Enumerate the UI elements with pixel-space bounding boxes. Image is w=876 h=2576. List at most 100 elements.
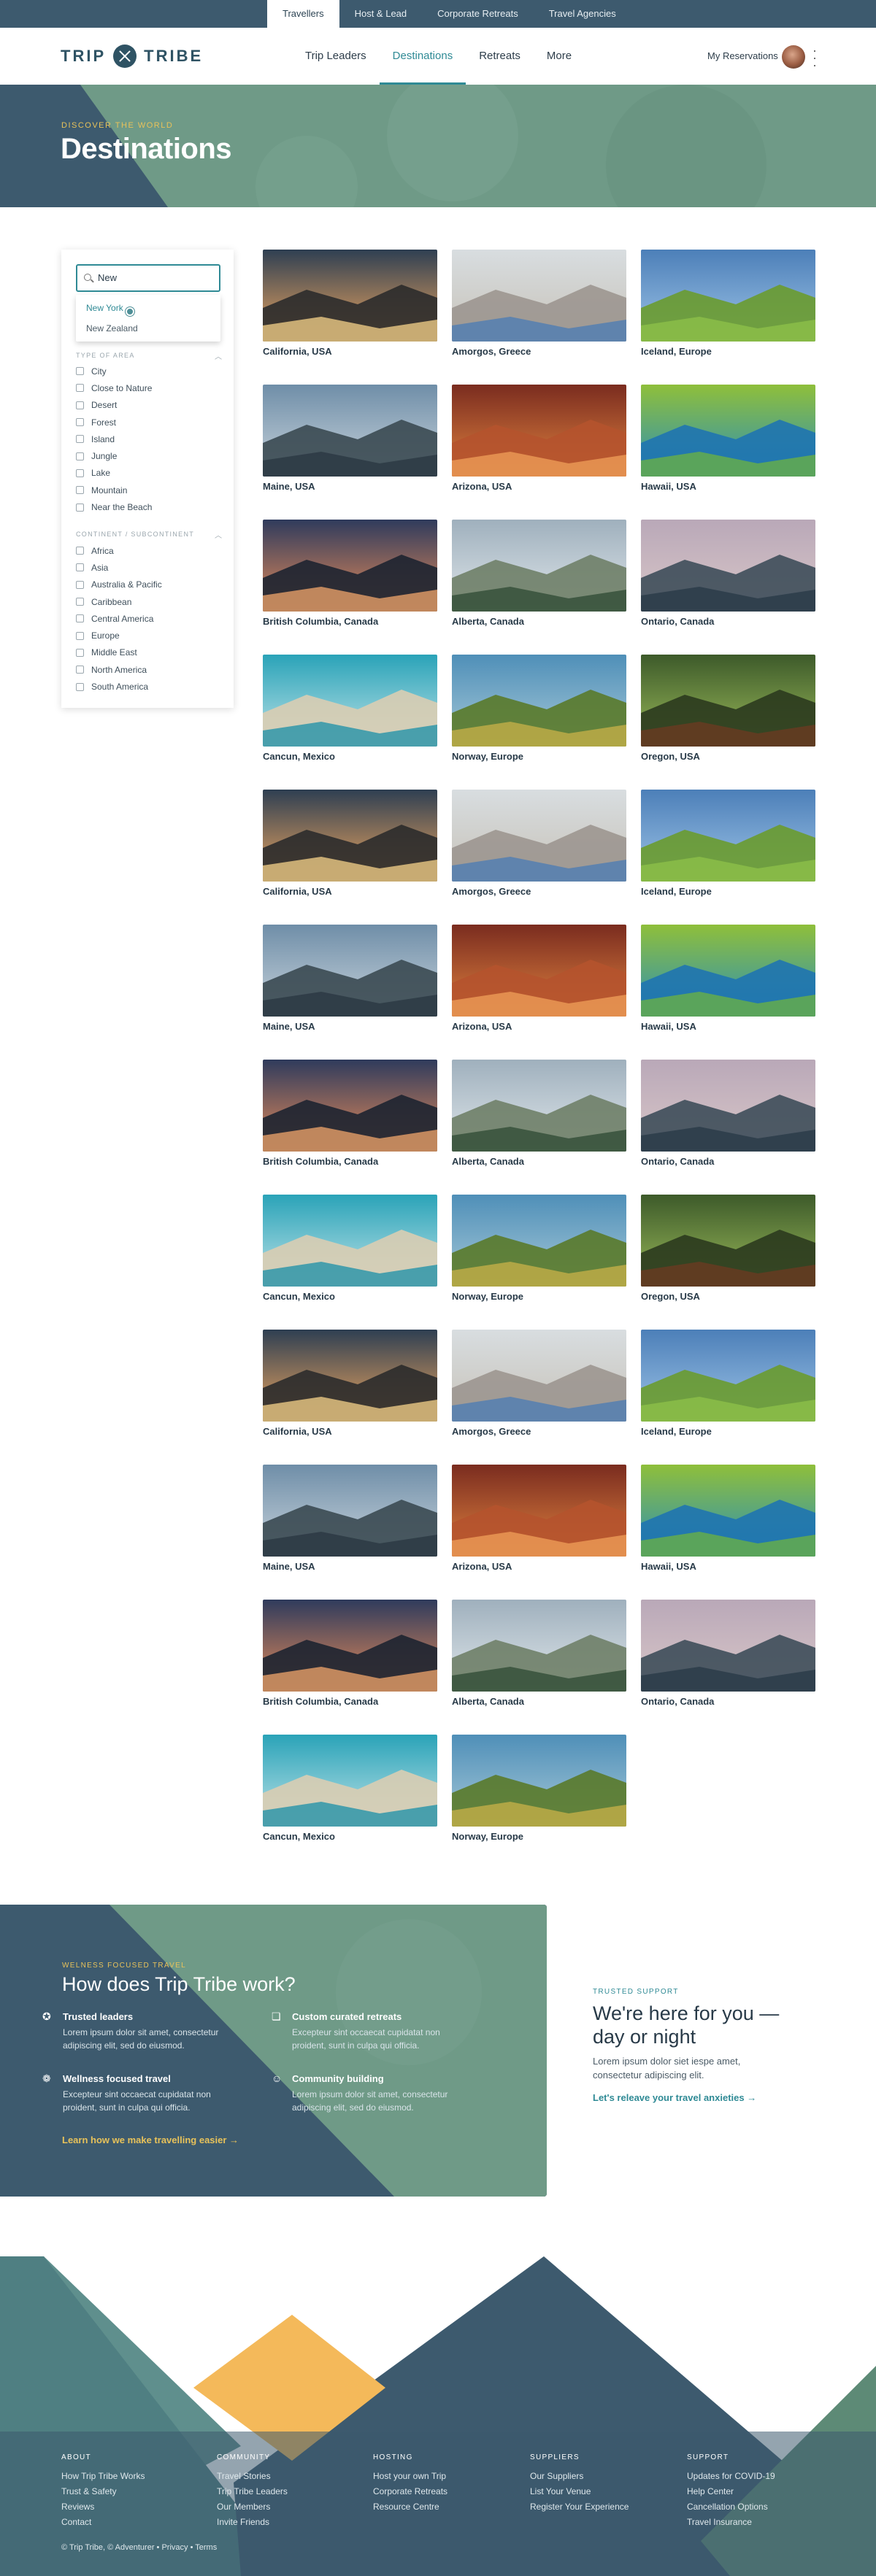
destination-card[interactable]: Norway, Europe: [452, 1195, 626, 1304]
destination-photo[interactable]: [452, 1060, 626, 1152]
suggestion-new-zealand[interactable]: New Zealand: [76, 318, 220, 339]
suggestion-new-york[interactable]: New York: [76, 298, 220, 318]
search-input[interactable]: New: [76, 264, 220, 292]
destination-photo[interactable]: [263, 1735, 437, 1827]
footer-link[interactable]: Invite Friends: [217, 2515, 363, 2530]
destination-card[interactable]: Alberta, Canada: [452, 1060, 626, 1169]
my-reservations-link[interactable]: My Reservations: [707, 28, 778, 85]
destination-photo[interactable]: [641, 520, 815, 612]
destination-card[interactable]: Amorgos, Greece: [452, 790, 626, 899]
destination-photo[interactable]: [641, 790, 815, 882]
destination-card[interactable]: Alberta, Canada: [452, 1600, 626, 1709]
destination-card[interactable]: Arizona, USA: [452, 1465, 626, 1574]
destination-photo[interactable]: [263, 1330, 437, 1422]
footer-link[interactable]: How Trip Tribe Works: [61, 2469, 207, 2484]
checkbox[interactable]: [76, 401, 84, 409]
destination-photo[interactable]: [641, 1195, 815, 1287]
support-link[interactable]: Let's releave your travel anxieties →: [593, 2092, 812, 2103]
logo[interactable]: TRIP TRIBE: [61, 45, 203, 68]
area-option[interactable]: Desert: [76, 397, 152, 414]
destination-photo[interactable]: [263, 385, 437, 477]
destination-card[interactable]: Alberta, Canada: [452, 520, 626, 629]
checkbox[interactable]: [76, 598, 84, 606]
checkbox[interactable]: [76, 468, 84, 477]
continent-option[interactable]: Central America: [76, 610, 162, 627]
continent-option[interactable]: South America: [76, 678, 162, 695]
checkbox[interactable]: [76, 631, 84, 640]
footer-link[interactable]: Trust & Safety: [61, 2484, 207, 2499]
footer-link[interactable]: Host your own Trip: [373, 2469, 519, 2484]
destination-photo[interactable]: [263, 250, 437, 342]
footer-link[interactable]: Our Suppliers: [530, 2469, 676, 2484]
checkbox[interactable]: [76, 486, 84, 495]
destination-photo[interactable]: [452, 925, 626, 1017]
footer-link[interactable]: Cancellation Options: [687, 2499, 833, 2515]
footer-link[interactable]: Reviews: [61, 2499, 207, 2515]
destination-card[interactable]: Cancun, Mexico: [263, 1195, 437, 1304]
footer-link[interactable]: Register Your Experience: [530, 2499, 676, 2515]
checkbox[interactable]: [76, 452, 84, 460]
footer-link[interactable]: Contact: [61, 2515, 207, 2530]
footer-link[interactable]: List Your Venue: [530, 2484, 676, 2499]
checkbox[interactable]: [76, 614, 84, 623]
destination-photo[interactable]: [452, 790, 626, 882]
footer-link[interactable]: Resource Centre: [373, 2499, 519, 2515]
area-option[interactable]: Jungle: [76, 447, 152, 464]
area-option[interactable]: Lake: [76, 465, 152, 482]
destination-card[interactable]: Hawaii, USA: [641, 385, 815, 494]
checkbox[interactable]: [76, 563, 84, 572]
nav-retreats[interactable]: Retreats: [466, 28, 534, 85]
destination-photo[interactable]: [263, 790, 437, 882]
destination-photo[interactable]: [452, 250, 626, 342]
footer-link[interactable]: Travel Stories: [217, 2469, 363, 2484]
continent-option[interactable]: North America: [76, 661, 162, 678]
checkbox[interactable]: [76, 435, 84, 444]
footer-link[interactable]: Travel Insurance: [687, 2515, 833, 2530]
footer-link[interactable]: Updates for COVID-19: [687, 2469, 833, 2484]
checkbox[interactable]: [76, 547, 84, 555]
destination-photo[interactable]: [641, 385, 815, 477]
destination-card[interactable]: Ontario, Canada: [641, 520, 815, 629]
continent-option[interactable]: Europe: [76, 627, 162, 644]
destination-card[interactable]: Oregon, USA: [641, 1195, 815, 1304]
destination-photo[interactable]: [263, 1060, 437, 1152]
destination-card[interactable]: Maine, USA: [263, 1465, 437, 1574]
destination-photo[interactable]: [263, 520, 437, 612]
destination-card[interactable]: Amorgos, Greece: [452, 250, 626, 359]
footer-link[interactable]: Corporate Retreats: [373, 2484, 519, 2499]
destination-photo[interactable]: [452, 1735, 626, 1827]
checkbox[interactable]: [76, 418, 84, 427]
destination-photo[interactable]: [263, 1600, 437, 1692]
checkbox[interactable]: [76, 648, 84, 657]
destination-card[interactable]: California, USA: [263, 790, 437, 899]
destination-card[interactable]: Hawaii, USA: [641, 1465, 815, 1574]
checkbox[interactable]: [76, 666, 84, 674]
footer-link[interactable]: Trip Tribe Leaders: [217, 2484, 363, 2499]
destination-card[interactable]: British Columbia, Canada: [263, 1060, 437, 1169]
tab-corporate-retreats[interactable]: Corporate Retreats: [422, 0, 534, 28]
continent-option[interactable]: Australia & Pacific: [76, 576, 162, 593]
tab-host-lead[interactable]: Host & Lead: [339, 0, 423, 28]
destination-card[interactable]: Iceland, Europe: [641, 250, 815, 359]
area-option[interactable]: Near the Beach: [76, 498, 152, 515]
area-option[interactable]: Mountain: [76, 482, 152, 498]
destination-card[interactable]: Maine, USA: [263, 925, 437, 1034]
destination-photo[interactable]: [263, 925, 437, 1017]
destination-photo[interactable]: [641, 1060, 815, 1152]
nav-more[interactable]: More: [534, 28, 585, 85]
destination-card[interactable]: Maine, USA: [263, 385, 437, 494]
destination-card[interactable]: Ontario, Canada: [641, 1600, 815, 1709]
tab-travel-agencies[interactable]: Travel Agencies: [534, 0, 631, 28]
kebab-menu-icon[interactable]: · · ·: [812, 44, 818, 72]
continent-option[interactable]: Middle East: [76, 644, 162, 661]
destination-photo[interactable]: [263, 1195, 437, 1287]
destination-photo[interactable]: [452, 1600, 626, 1692]
destination-card[interactable]: British Columbia, Canada: [263, 1600, 437, 1709]
destination-card[interactable]: Cancun, Mexico: [263, 1735, 437, 1844]
destination-card[interactable]: Amorgos, Greece: [452, 1330, 626, 1439]
destination-card[interactable]: Hawaii, USA: [641, 925, 815, 1034]
footer-link[interactable]: Help Center: [687, 2484, 833, 2499]
checkbox[interactable]: [76, 384, 84, 393]
destination-photo[interactable]: [641, 1600, 815, 1692]
destination-photo[interactable]: [641, 1465, 815, 1557]
